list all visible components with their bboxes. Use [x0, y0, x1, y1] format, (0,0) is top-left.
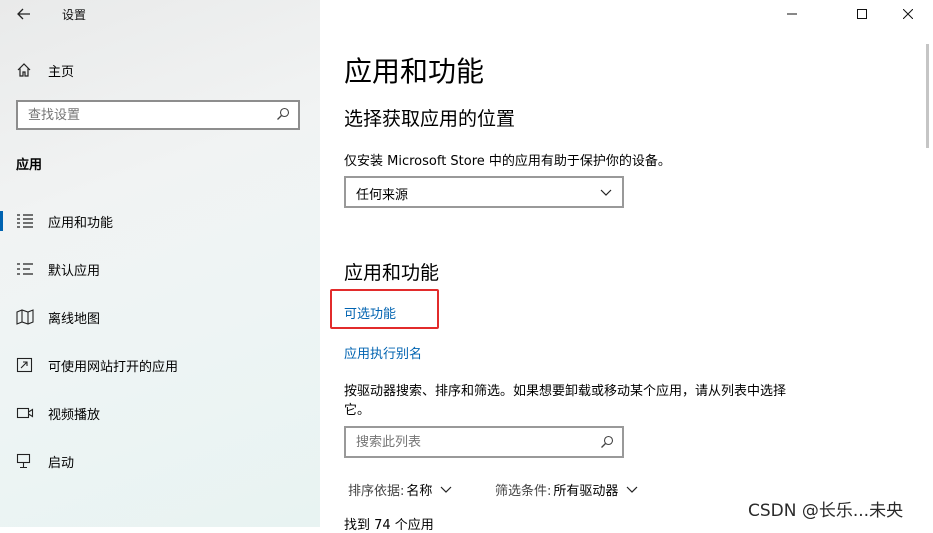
home-label: 主页: [48, 64, 75, 80]
search-icon[interactable]: [276, 107, 290, 121]
video-icon: [16, 407, 34, 419]
sidebar: 设置 主页 应用 应用和功能 默认应用 离线地图 可使用网站打开的应用 视频播放…: [0, 0, 320, 527]
minimize-icon: [787, 13, 797, 15]
settings-search-box[interactable]: [16, 100, 300, 130]
sidebar-item-startup[interactable]: 启动: [0, 443, 320, 479]
sidebar-item-label: 默认应用: [48, 263, 101, 279]
home-item[interactable]: 主页: [16, 58, 74, 82]
app-title: 设置: [62, 8, 87, 22]
app-execution-aliases-link[interactable]: 应用执行别名: [344, 343, 422, 362]
filter-dropdown[interactable]: 筛选条件: 所有驱动器: [495, 480, 638, 499]
close-icon: [903, 9, 913, 19]
sidebar-item-label: 视频播放: [48, 407, 101, 423]
section-heading-apps: 应用: [16, 158, 43, 173]
back-button[interactable]: [10, 4, 38, 24]
sidebar-item-label: 离线地图: [48, 311, 101, 327]
app-list-search-box[interactable]: [344, 426, 624, 458]
install-source-dropdown[interactable]: 任何来源: [344, 176, 624, 208]
chevron-down-icon: [626, 486, 638, 493]
sidebar-item-apps-for-websites[interactable]: 可使用网站打开的应用: [0, 347, 320, 383]
sort-dropdown[interactable]: 排序依据: 名称: [348, 480, 452, 499]
filter-value: 所有驱动器: [553, 484, 619, 499]
scrollbar[interactable]: [926, 44, 929, 148]
main-content: 应用和功能 选择获取应用的位置 仅安装 Microsoft Store 中的应用…: [320, 0, 933, 533]
filter-description: 按驱动器搜索、排序和筛选。如果想要卸载或移动某个应用，请从列表中选择它。: [344, 384, 787, 418]
sort-label: 排序依据:: [348, 484, 405, 499]
default-apps-icon: [17, 263, 33, 275]
filter-label: 筛选条件:: [495, 484, 552, 499]
maximize-icon: [857, 9, 867, 19]
settings-search-input[interactable]: [18, 102, 268, 128]
app-list-search-input[interactable]: [346, 428, 586, 456]
sidebar-item-offline-maps[interactable]: 离线地图: [0, 299, 320, 335]
sidebar-item-video-playback[interactable]: 视频播放: [0, 395, 320, 431]
sidebar-item-default-apps[interactable]: 默认应用: [0, 251, 320, 287]
home-icon: [17, 63, 31, 77]
install-source-description: 仅安装 Microsoft Store 中的应用有助于保护你的设备。: [344, 154, 671, 169]
app-count: 找到 74 个应用: [344, 518, 434, 533]
startup-icon: [16, 453, 31, 469]
apps-features-heading: 应用和功能: [344, 262, 440, 284]
sidebar-item-label: 应用和功能: [48, 215, 114, 231]
sidebar-item-apps-features[interactable]: 应用和功能: [0, 203, 320, 239]
open-app-icon: [16, 357, 33, 373]
chevron-down-icon: [600, 189, 612, 196]
optional-features-link[interactable]: 可选功能: [344, 303, 396, 322]
close-button[interactable]: [885, 0, 931, 28]
maximize-button[interactable]: [839, 0, 885, 28]
sidebar-item-label: 可使用网站打开的应用: [48, 359, 179, 375]
selected-indicator: [0, 211, 3, 231]
arrow-left-icon: [17, 8, 30, 20]
minimize-button[interactable]: [769, 0, 815, 28]
list-icon: [17, 214, 33, 228]
page-title: 应用和功能: [344, 55, 485, 88]
chevron-down-icon: [440, 486, 452, 493]
sidebar-item-label: 启动: [48, 455, 75, 471]
watermark: CSDN @长乐...未央: [748, 501, 904, 521]
search-icon[interactable]: [600, 435, 614, 449]
titlebar: 设置: [0, 0, 320, 28]
install-source-heading: 选择获取应用的位置: [344, 108, 516, 130]
sort-value: 名称: [406, 484, 433, 499]
map-icon: [16, 309, 34, 325]
install-source-value: 任何来源: [356, 188, 409, 203]
